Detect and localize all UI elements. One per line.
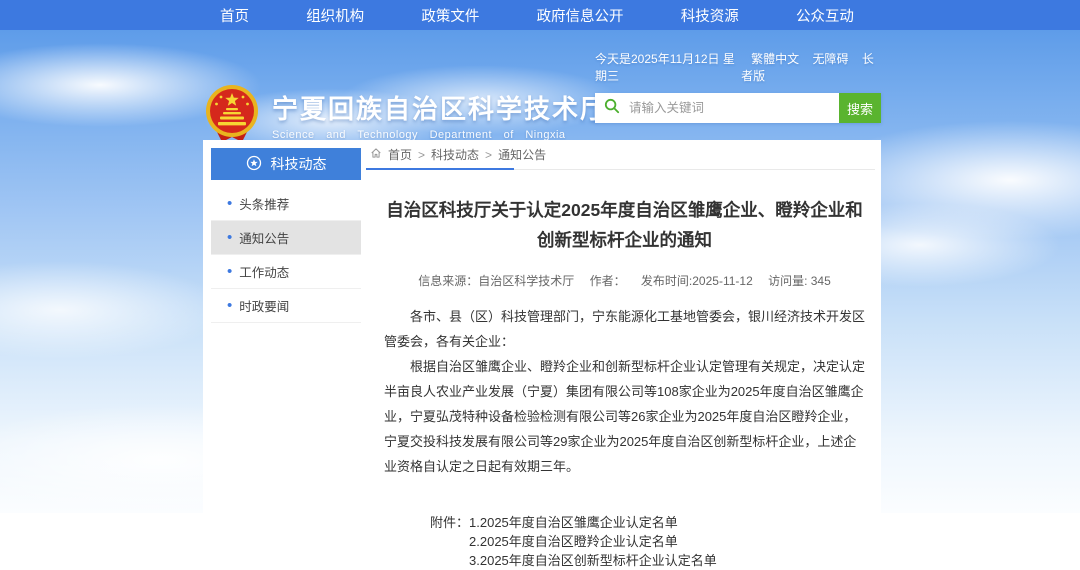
search-button[interactable]: 搜索 <box>839 93 881 123</box>
article-meta: 信息来源：自治区科学技术厅 作者： 发布时间:2025-11-12 访问量: 3… <box>384 272 865 289</box>
sidebar: 科技动态 • 头条推荐 • 通知公告 • 工作动态 • 时政要闻 <box>211 148 361 323</box>
site-title: 宁夏回族自治区科学技术厅 <box>272 94 608 124</box>
bullet-icon: • <box>227 298 232 313</box>
attachment-link-eagle-list[interactable]: 1.2025年度自治区雏鹰企业认定名单 <box>469 513 717 532</box>
top-navigation-bar: 首页 组织机构 政策文件 政府信息公开 科技资源 公众互动 <box>0 0 1080 30</box>
nav-item-gov-info-disclosure[interactable]: 政府信息公开 <box>529 5 632 26</box>
main-column: 首页 > 科技动态 > 通知公告 自治区科技厅关于认定2025年度自治区雏鹰企业… <box>366 140 875 513</box>
header-right: 今天是2025年11月12日 星期三 繁體中文 无障碍 长者版 搜索 <box>595 50 881 123</box>
attachment-link-benchmark-list[interactable]: 3.2025年度自治区创新型标杆企业认定名单 <box>469 551 717 570</box>
breadcrumb-notices[interactable]: 通知公告 <box>498 146 546 163</box>
bullet-icon: • <box>227 196 232 211</box>
meta-source: 信息来源：自治区科学技术厅 <box>418 274 574 288</box>
bullet-icon: • <box>227 264 232 279</box>
breadcrumb-home[interactable]: 首页 <box>388 146 412 163</box>
nav-item-organization[interactable]: 组织机构 <box>298 5 372 26</box>
link-traditional-chinese[interactable]: 繁體中文 <box>751 52 799 66</box>
sidebar-item-notices[interactable]: • 通知公告 <box>211 221 361 255</box>
sidebar-menu: • 头条推荐 • 通知公告 • 工作动态 • 时政要闻 <box>211 187 361 323</box>
sidebar-item-label: 通知公告 <box>239 228 289 247</box>
nav-item-tech-resources[interactable]: 科技资源 <box>673 5 747 26</box>
today-date-text: 今天是2025年11月12日 星期三 <box>595 50 741 84</box>
article: 自治区科技厅关于认定2025年度自治区雏鹰企业、瞪羚企业和创新型标杆企业的通知 … <box>366 195 875 570</box>
breadcrumb-separator: > <box>485 148 492 162</box>
search-input-wrap <box>595 93 839 123</box>
sidebar-item-work-trends[interactable]: • 工作动态 <box>211 255 361 289</box>
sidebar-item-label: 时政要闻 <box>239 296 289 315</box>
attachments: 附件： 1.2025年度自治区雏鹰企业认定名单 2.2025年度自治区瞪羚企业认… <box>384 513 865 570</box>
article-paragraph: 各市、县（区）科技管理部门，宁东能源化工基地管委会，银川经济技术开发区管委会，各… <box>384 304 865 354</box>
search-bar: 搜索 <box>595 93 881 123</box>
sidebar-item-current-affairs[interactable]: • 时政要闻 <box>211 289 361 323</box>
search-input[interactable] <box>627 100 830 116</box>
nav-item-public-interaction[interactable]: 公众互动 <box>788 5 862 26</box>
header-top-row: 今天是2025年11月12日 星期三 繁體中文 无障碍 长者版 <box>595 50 881 84</box>
attachments-label: 附件： <box>430 513 469 570</box>
attachments-list: 1.2025年度自治区雏鹰企业认定名单 2.2025年度自治区瞪羚企业认定名单 … <box>469 513 717 570</box>
home-icon <box>370 147 382 162</box>
link-accessibility[interactable]: 无障碍 <box>813 52 849 66</box>
breadcrumb: 首页 > 科技动态 > 通知公告 <box>366 140 875 170</box>
bullet-icon: • <box>227 230 232 245</box>
content-panel: 科技动态 • 头条推荐 • 通知公告 • 工作动态 • 时政要闻 <box>203 140 881 513</box>
article-paragraph: 根据自治区雏鹰企业、瞪羚企业和创新型标杆企业认定管理有关规定，决定认定半亩良人农… <box>384 354 865 479</box>
article-body: 各市、县（区）科技管理部门，宁东能源化工基地管委会，银川经济技术开发区管委会，各… <box>384 304 865 479</box>
article-title: 自治区科技厅关于认定2025年度自治区雏鹰企业、瞪羚企业和创新型标杆企业的通知 <box>384 195 865 255</box>
star-circle-icon <box>246 155 262 174</box>
site-title-block: 宁夏回族自治区科学技术厅 Science and Technology Depa… <box>272 94 608 141</box>
sidebar-item-label: 工作动态 <box>239 262 289 281</box>
sidebar-item-label: 头条推荐 <box>239 194 289 213</box>
breadcrumb-separator: > <box>418 148 425 162</box>
search-icon <box>604 98 620 119</box>
sidebar-title: 科技动态 <box>271 154 327 174</box>
quick-links: 繁體中文 无障碍 长者版 <box>741 50 881 84</box>
sidebar-item-headlines[interactable]: • 头条推荐 <box>211 187 361 221</box>
attachment-link-gazelle-list[interactable]: 2.2025年度自治区瞪羚企业认定名单 <box>469 532 717 551</box>
breadcrumb-tech-news[interactable]: 科技动态 <box>431 146 479 163</box>
meta-publish-date: 发布时间:2025-11-12 <box>641 274 753 288</box>
meta-visit-count: 访问量: 345 <box>768 274 831 288</box>
nav-item-policy-documents[interactable]: 政策文件 <box>413 5 487 26</box>
nav-item-home[interactable]: 首页 <box>212 5 257 26</box>
meta-author: 作者： <box>590 274 626 288</box>
top-navigation-items: 首页 组织机构 政策文件 政府信息公开 科技资源 公众互动 <box>212 0 862 30</box>
sidebar-header: 科技动态 <box>211 148 361 180</box>
